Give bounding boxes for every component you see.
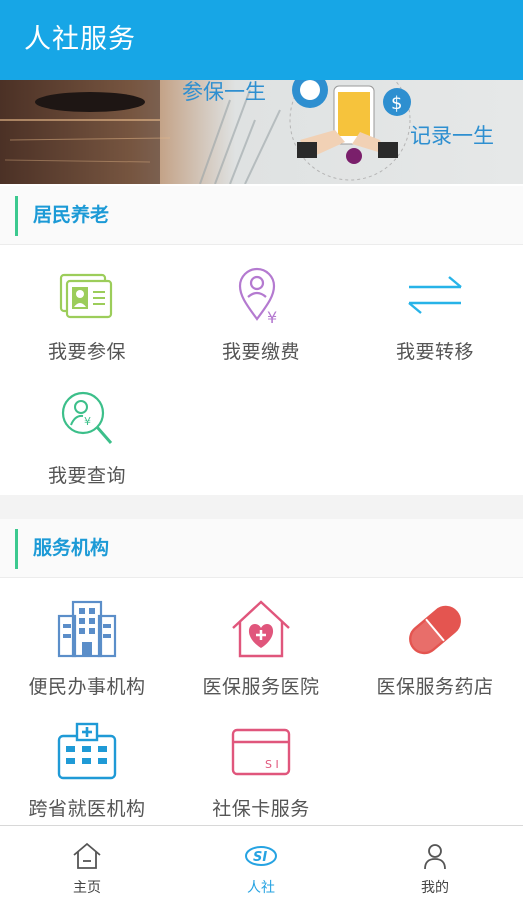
home-icon — [71, 840, 103, 872]
hospital-heart-icon — [227, 596, 295, 664]
location-yuan-icon: ¥ — [227, 261, 295, 329]
grid-item-query[interactable]: ¥ 我要查询 — [0, 385, 174, 505]
office-building-icon — [53, 596, 121, 664]
app-bar: 人社服务 — [0, 0, 523, 80]
nav-item-social-security[interactable]: SI 人社 — [174, 826, 348, 901]
medical-building-icon — [53, 718, 121, 786]
grid-item-label: 我要参保 — [47, 341, 126, 363]
svg-text:$: $ — [391, 93, 402, 114]
nav-label: 人社 — [247, 880, 275, 896]
grid-item-label: 跨省就医机构 — [28, 798, 146, 820]
nav-label: 我的 — [421, 880, 449, 896]
grid-item-label: 社保卡服务 — [212, 798, 310, 820]
svg-text:S I: S I — [265, 758, 279, 771]
grid-item-enroll[interactable]: 我要参保 — [0, 261, 174, 381]
svg-text:¥: ¥ — [267, 308, 277, 327]
banner-caption-2: 记录一生 — [410, 124, 494, 148]
si-logo-icon: SI — [245, 840, 277, 872]
si-card-icon: S I — [227, 718, 295, 786]
section-title-institutions: 服务机构 — [33, 537, 110, 559]
banner-caption-1: 参保一生 — [182, 80, 266, 104]
grid-item-label: 医保服务医院 — [202, 676, 320, 698]
grid-item-label: 医保服务药店 — [376, 676, 494, 698]
grid-item-cross-province[interactable]: 跨省就医机构 — [0, 718, 174, 838]
grid-item-pay[interactable]: ¥ 我要缴费 — [174, 261, 348, 381]
section-title-pension: 居民养老 — [33, 204, 110, 226]
nav-label: 主页 — [73, 880, 101, 896]
section-header-pension: 居民养老 — [0, 186, 523, 245]
grid-item-label: 我要缴费 — [221, 341, 300, 363]
section-divider — [0, 495, 523, 521]
grid-item-si-card[interactable]: S I 社保卡服务 — [174, 718, 348, 838]
search-person-icon: ¥ — [53, 385, 121, 453]
svg-text:¥: ¥ — [84, 415, 91, 428]
grid-item-label: 我要转移 — [395, 341, 474, 363]
person-icon — [419, 840, 451, 872]
nav-item-home[interactable]: 主页 — [0, 826, 174, 901]
grid-item-hospital[interactable]: 医保服务医院 — [174, 596, 348, 716]
bottom-nav: 主页 SI 人社 我的 — [0, 825, 523, 901]
page-title: 人社服务 — [24, 24, 136, 55]
pill-capsule-icon — [401, 596, 469, 664]
section-header-institutions: 服务机构 — [0, 519, 523, 578]
institutions-grid: 便民办事机构 医保服务医院 医保服务药店 跨省就医机构 S I 社保卡服务 — [0, 578, 523, 825]
id-card-icon — [53, 261, 121, 329]
banner[interactable]: $ 参保一生 记录一生 — [0, 80, 523, 184]
grid-item-pharmacy[interactable]: 医保服务药店 — [348, 596, 522, 716]
transfer-arrows-icon — [401, 261, 469, 329]
grid-item-transfer[interactable]: 我要转移 — [348, 261, 522, 381]
nav-item-profile[interactable]: 我的 — [348, 826, 522, 901]
pension-grid: 我要参保 ¥ 我要缴费 我要转移 ¥ 我要查询 — [0, 245, 523, 495]
grid-item-label: 便民办事机构 — [28, 676, 146, 698]
grid-item-service-office[interactable]: 便民办事机构 — [0, 596, 174, 716]
svg-text:SI: SI — [253, 850, 267, 865]
grid-item-label: 我要查询 — [47, 465, 126, 487]
section-accent-bar — [15, 529, 18, 569]
section-accent-bar — [15, 196, 18, 236]
